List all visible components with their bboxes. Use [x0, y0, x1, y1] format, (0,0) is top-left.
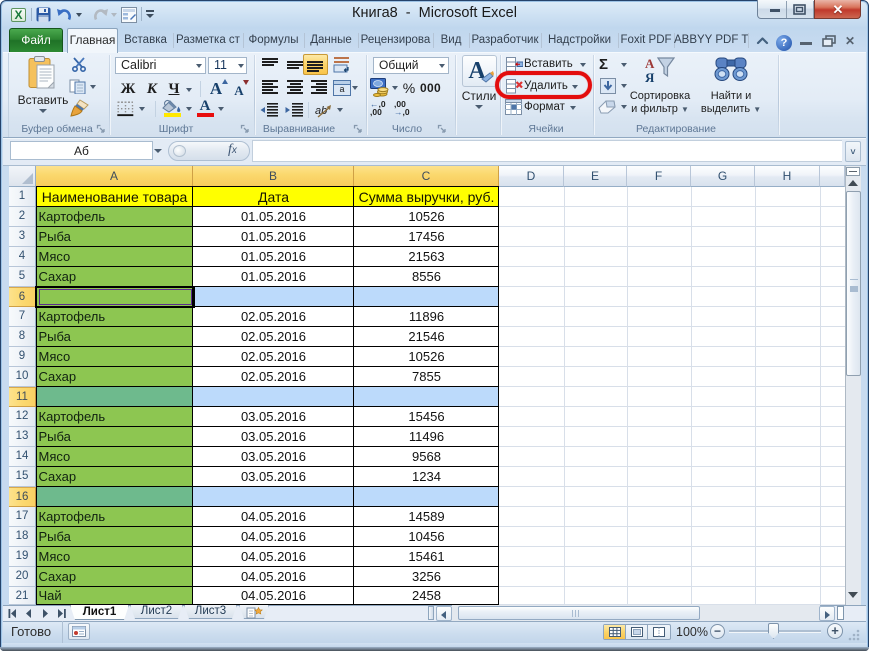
- svg-text:a: a: [339, 84, 344, 94]
